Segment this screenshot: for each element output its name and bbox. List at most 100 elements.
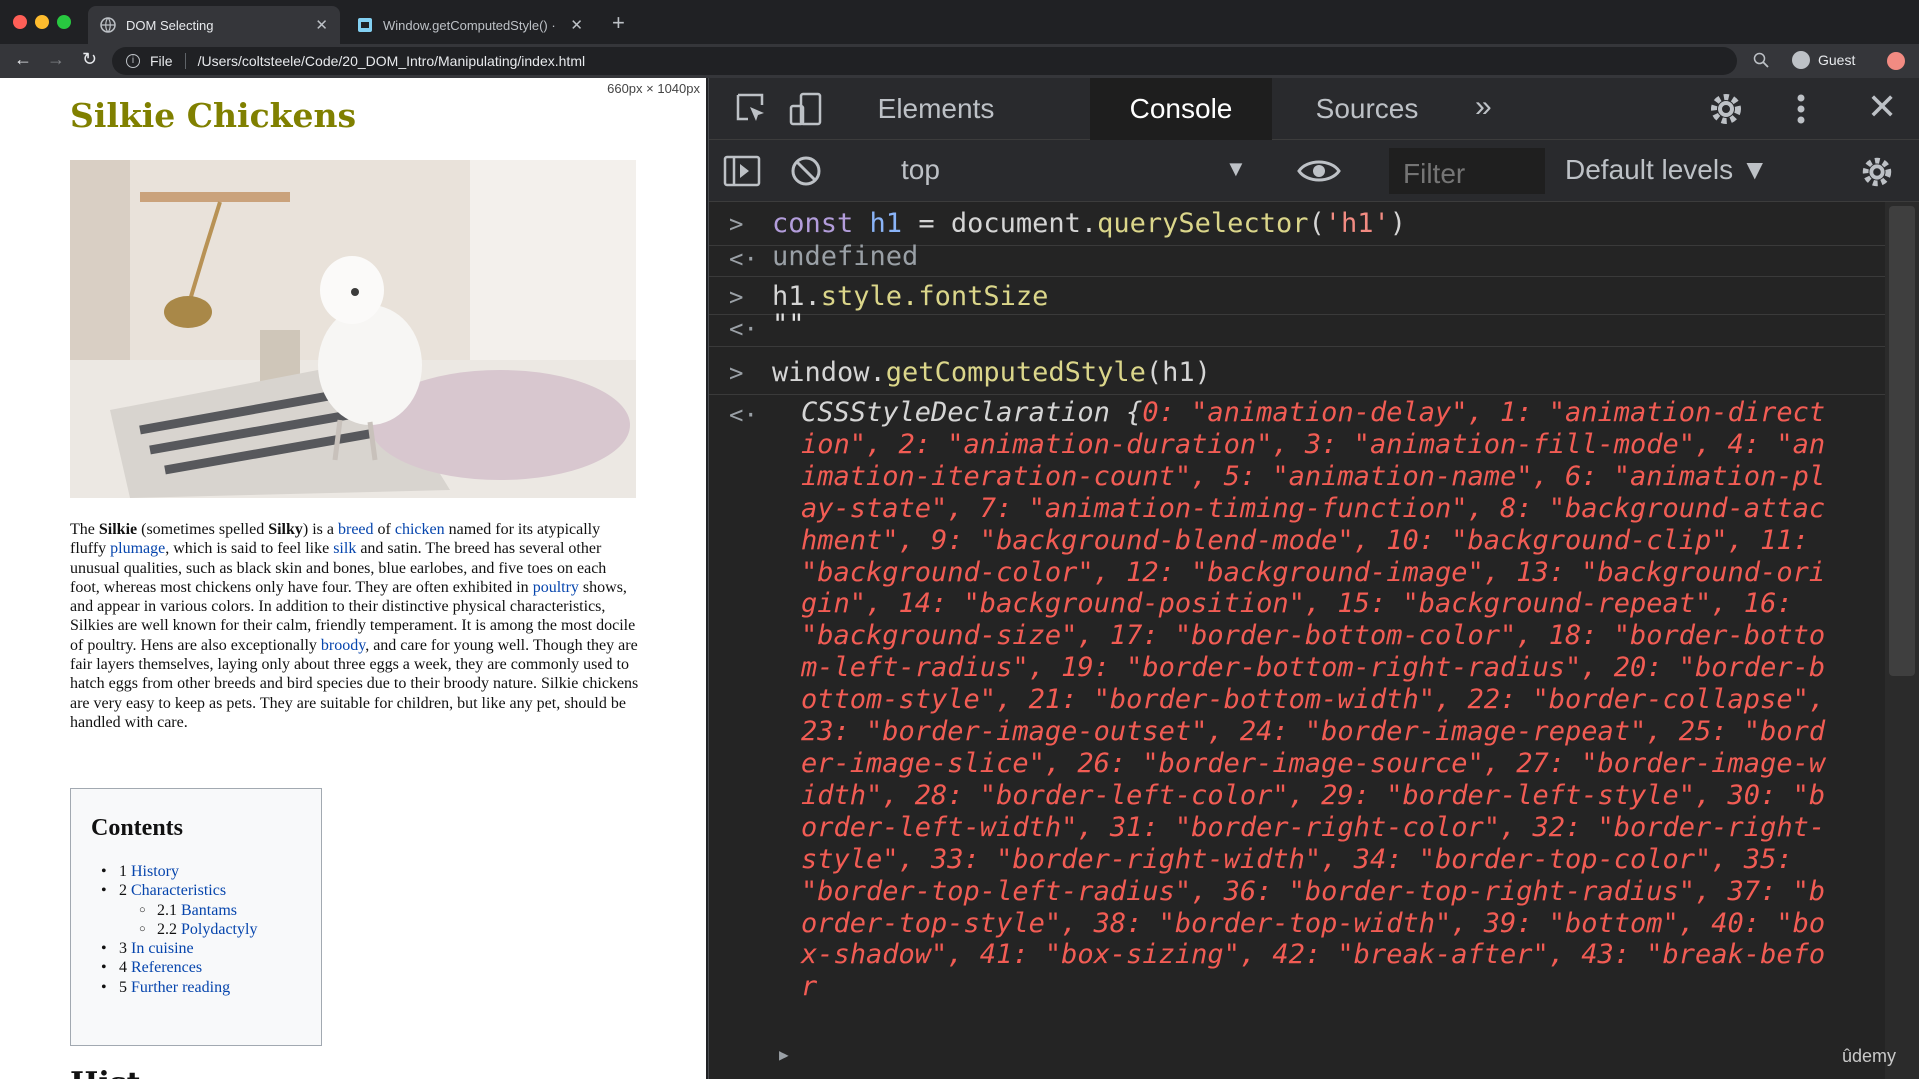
bold-term: Silkie (98, 521, 138, 538)
scrollbar-thumb[interactable] (1889, 206, 1915, 676)
link-poultry[interactable]: poultry (533, 579, 579, 596)
dropdown-arrow-icon[interactable]: ▼ (1225, 156, 1247, 182)
live-expression-eye-icon[interactable] (1297, 156, 1341, 186)
udemy-watermark: ûdemy (1842, 1046, 1897, 1066)
devtools-panel: Elements Console Sources » ✕ top ▼ Defau… (708, 78, 1919, 1079)
expand-triangle-icon[interactable]: ▶ (779, 1045, 789, 1064)
link-plumage[interactable]: plumage (110, 540, 165, 557)
profile-name: Guest (1818, 52, 1856, 68)
sidebar-toggle-icon[interactable] (723, 154, 761, 188)
close-tab-icon[interactable]: ✕ (570, 16, 583, 34)
text-run: The (70, 521, 99, 538)
toc-link-bantams[interactable]: Bantams (181, 902, 237, 919)
console-command: const h1 = document.querySelector('h1') (772, 208, 1407, 239)
toc-number: 2 (119, 882, 127, 900)
context-selector[interactable]: top (901, 154, 1251, 188)
toc-number: 2.2 (157, 920, 177, 938)
console-command: window.getComputedStyle(h1) (772, 357, 1211, 388)
toc-link-further-reading[interactable]: Further reading (131, 979, 230, 996)
extension-icon[interactable] (1887, 52, 1905, 70)
settings-gear-icon[interactable] (1707, 90, 1745, 128)
console-output[interactable]: > const h1 = document.querySelector('h1'… (709, 202, 1893, 1079)
tab-title: Window.getComputedStyle() · (383, 17, 556, 33)
toc-title: Contents (91, 815, 184, 841)
console-result: "" (772, 309, 805, 340)
avatar-icon (1792, 51, 1810, 69)
console-output-row: <· CSSStyleDeclaration {0: "animation-de… (709, 395, 1893, 1075)
text-run: , which is said to feel like (165, 540, 334, 558)
info-icon[interactable]: i (126, 54, 140, 68)
toc-item: 4 References (91, 958, 321, 978)
output-arrow-icon: <· (729, 245, 758, 273)
window-maximize-button[interactable] (57, 15, 71, 29)
toc-link-in-cuisine[interactable]: In cuisine (131, 940, 194, 957)
table-of-contents: Contents 1 History 2 Characteristics 2.1… (70, 788, 322, 1046)
toc-item: 5 Further reading (91, 978, 321, 998)
console-input-row: > const h1 = document.querySelector('h1'… (709, 202, 1893, 246)
console-filter-input[interactable] (1389, 148, 1545, 194)
toc-number: 4 (119, 959, 127, 977)
article-paragraph: The Silkie (sometimes spelled Silky) is … (70, 520, 640, 732)
globe-icon (100, 17, 116, 33)
link-silk[interactable]: silk (333, 540, 356, 557)
toc-subitem: 2.1 Bantams (91, 901, 321, 921)
page-title: Silkie Chickens (70, 96, 357, 135)
device-toolbar-icon[interactable] (789, 92, 823, 126)
kebab-menu-icon[interactable] (1797, 94, 1805, 124)
url-text[interactable]: /Users/coltsteele/Code/20_DOM_Intro/Mani… (198, 53, 586, 69)
object-properties: 0: "animation-delay", 1: "animation-dire… (801, 397, 1826, 1003)
back-arrow-icon[interactable]: ← (14, 49, 32, 70)
console-input-row: > window.getComputedStyle(h1) (709, 347, 1893, 395)
divider (184, 53, 186, 69)
window-minimize-button[interactable] (35, 15, 49, 29)
address-toolbar: ← → ↻ i File /Users/coltsteele/Code/20_D… (0, 44, 1919, 78)
window-close-button[interactable] (13, 15, 27, 29)
toc-link-polydactyly[interactable]: Polydactyly (181, 921, 257, 938)
clear-console-icon[interactable] (789, 154, 823, 188)
browser-tab-dom-selecting[interactable]: DOM Selecting ✕ (88, 6, 340, 44)
link-broody[interactable]: broody (321, 637, 365, 654)
toc-item: 3 In cuisine (91, 939, 321, 959)
console-toolbar: top ▼ Default levels ▼ (709, 140, 1919, 202)
log-levels-dropdown[interactable]: Default levels ▼ (1565, 154, 1769, 186)
tab-sources[interactable]: Sources (1292, 78, 1442, 140)
output-arrow-icon: <· (729, 315, 758, 343)
more-tabs-button[interactable]: » (1475, 90, 1492, 124)
input-prompt-icon: > (729, 359, 744, 387)
console-output-row: <· "" (709, 309, 1893, 347)
object-type-label: CSSStyleDeclaration { (801, 397, 1143, 428)
history-heading: Hist (70, 1066, 141, 1079)
text-run: ) is a (302, 521, 338, 538)
browser-tab-mdn[interactable]: Window.getComputedStyle() · ✕ (345, 6, 595, 44)
reload-icon[interactable]: ↻ (82, 49, 97, 70)
link-chicken[interactable]: chicken (395, 521, 445, 538)
console-input-row: > h1.style.fontSize (709, 277, 1893, 315)
console-settings-gear-icon[interactable] (1859, 154, 1895, 190)
toc-link-history[interactable]: History (131, 863, 179, 880)
close-tab-icon[interactable]: ✕ (315, 16, 328, 34)
computed-style-object[interactable]: CSSStyleDeclaration {0: "animation-delay… (801, 397, 1831, 1003)
forward-arrow-icon[interactable]: → (47, 49, 65, 70)
new-tab-button[interactable]: + (612, 10, 625, 36)
tab-title: DOM Selecting (126, 17, 214, 33)
toc-link-characteristics[interactable]: Characteristics (131, 882, 226, 899)
output-arrow-icon: <· (729, 401, 758, 429)
profile-button[interactable]: Guest (1792, 51, 1855, 69)
inspect-element-icon[interactable] (735, 92, 769, 126)
page-viewport: 660px × 1040px Silkie Chickens The Silki… (0, 78, 706, 1079)
toc-subitem: 2.2 Polydactyly (91, 920, 321, 940)
toc-link-references[interactable]: References (131, 959, 202, 976)
close-devtools-icon[interactable]: ✕ (1867, 86, 1897, 128)
console-command: h1.style.fontSize (772, 281, 1049, 312)
toc-number: 2.1 (157, 901, 177, 919)
link-breed[interactable]: breed (338, 521, 374, 538)
bold-term: Silky (268, 521, 303, 538)
tab-console[interactable]: Console (1090, 78, 1272, 140)
toc-number: 5 (119, 978, 127, 996)
tab-elements[interactable]: Elements (861, 78, 1011, 140)
text-run: of (373, 521, 395, 538)
browser-tab-strip: DOM Selecting ✕ Window.getComputedStyle(… (0, 0, 1919, 44)
toc-item: 2 Characteristics (91, 881, 321, 901)
zoom-icon[interactable] (1753, 52, 1769, 68)
address-bar[interactable]: i File /Users/coltsteele/Code/20_DOM_Int… (112, 47, 1737, 75)
